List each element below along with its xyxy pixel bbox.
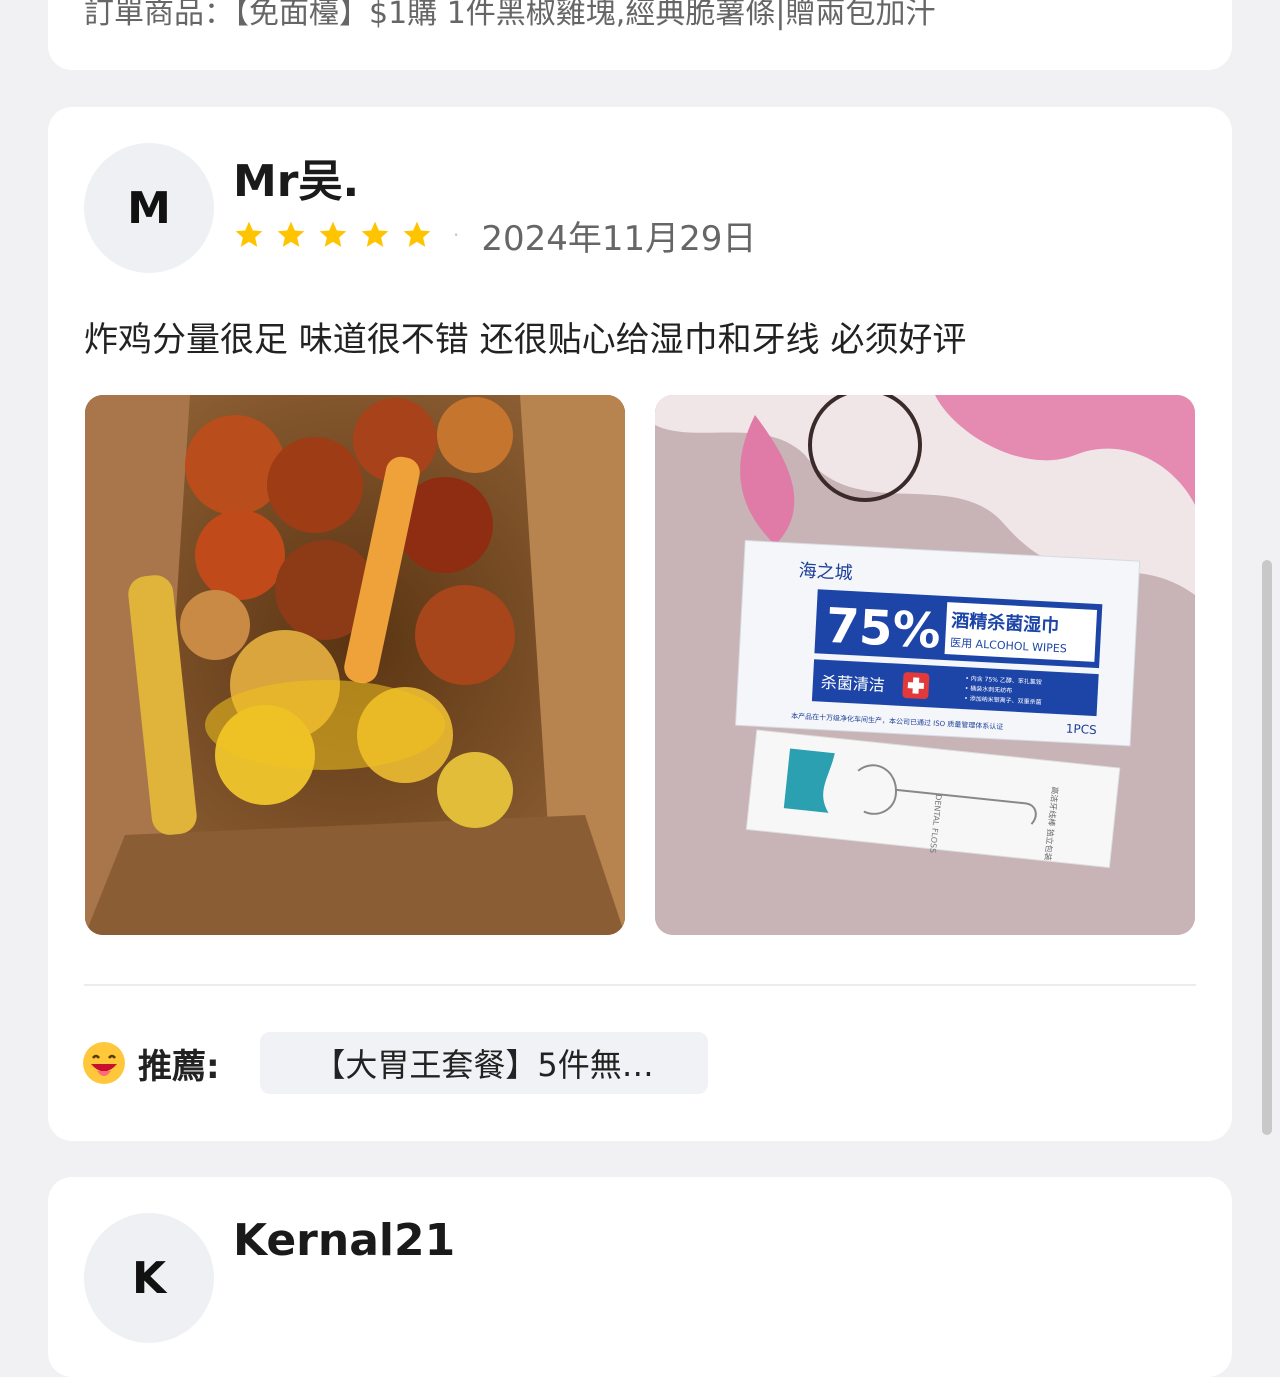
grinning-tongue-emoji-icon [83,1042,125,1084]
recommend-label: 推薦: [138,1046,220,1087]
avatar-letter: M [127,182,171,234]
star-icon [319,221,347,247]
recommend-row: 推薦: 【大胃王套餐】5件無… [82,1032,708,1094]
avatar[interactable]: K [84,1213,214,1343]
wipes-tagline: 杀菌清洁 [820,673,885,695]
separator-dot: · [453,223,460,247]
recommend-item-chip[interactable]: 【大胃王套餐】5件無… [259,1032,708,1094]
next-review-card: K Kernal21 [48,1177,1232,1377]
order-items-line: 訂單商品：【免面檯】$1購 1件黑椒雞塊,經典脆薯條|贈兩包加汁 [84,0,936,31]
avatar-letter: K [131,1253,167,1304]
star-rating [233,219,433,251]
review-text: 炸鸡分量很足 味道很不错 还很贴心给湿巾和牙线 必须好评 [84,320,967,360]
rating-row: · 2024年11月29日 [233,215,756,259]
wipes-brand: 海之城 [798,560,853,584]
review-photo-wipes[interactable]: 海之城 75% 酒精杀菌湿巾 医用 ALCOHOL WIPES 杀菌清洁 • 内… [655,395,1195,935]
wipes-and-floss-image: 海之城 75% 酒精杀菌湿巾 医用 ALCOHOL WIPES 杀菌清洁 • 内… [655,395,1195,935]
star-icon [361,221,389,247]
avatar[interactable]: M [84,143,214,273]
reviewer-name[interactable]: Kernal21 [233,1215,455,1266]
divider [84,984,1196,986]
scrollbar[interactable] [1262,560,1272,1135]
reviewer-name[interactable]: Mr吴. [233,145,359,209]
star-icon [235,221,263,247]
star-icon [403,221,431,247]
star-icon [277,221,305,247]
previous-review-card: 訂單商品：【免面檯】$1購 1件黑椒雞塊,經典脆薯條|贈兩包加汁 [48,0,1232,70]
wipes-pcs: 1PCS [1065,721,1097,737]
review-photo-food[interactable] [85,395,625,935]
review-card: M Mr吴. · 2024年11月29日 炸鸡分量很足 味道很不错 还很贴心给湿… [48,107,1232,1141]
wipes-percent: 75% [824,598,942,660]
fried-chicken-image [85,395,625,935]
review-date: 2024年11月29日 [481,218,757,259]
